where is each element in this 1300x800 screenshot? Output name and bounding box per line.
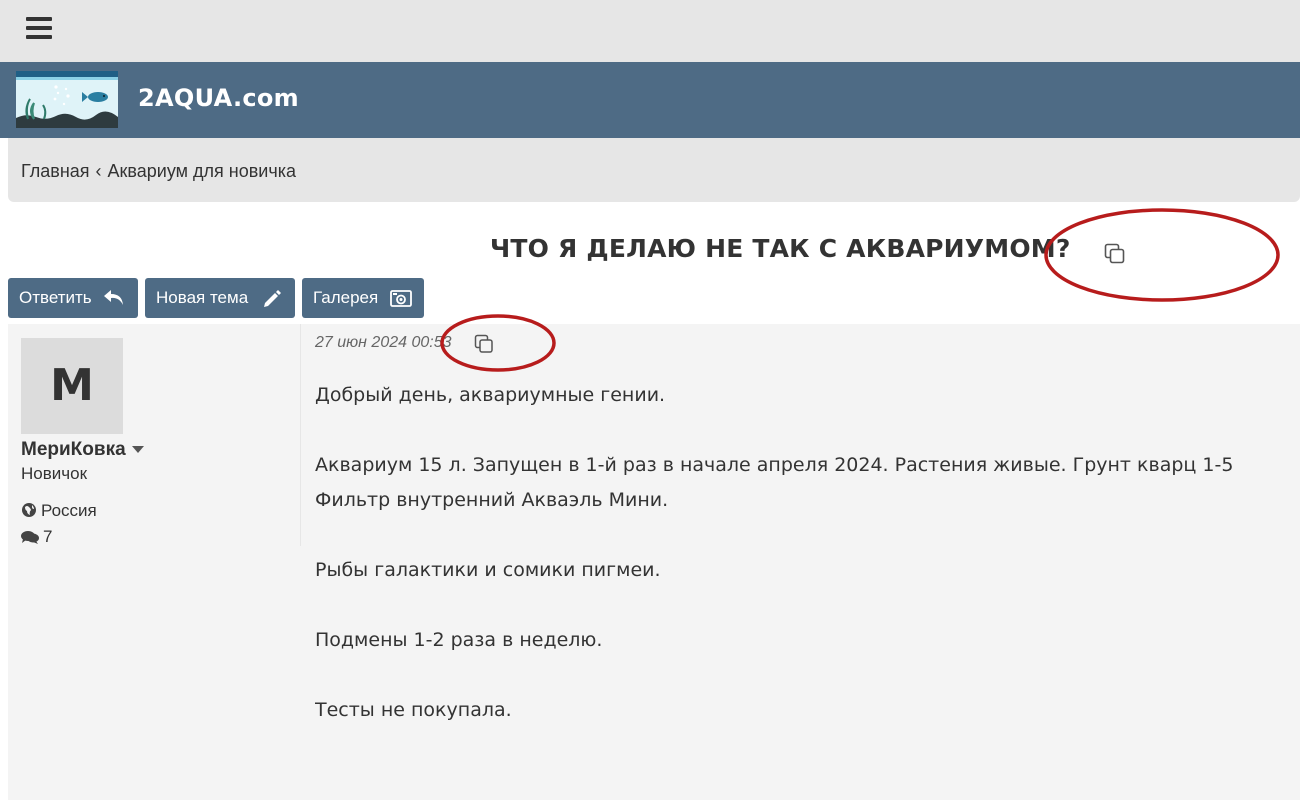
post-paragraph: Подмены 1-2 раза в неделю. — [315, 629, 603, 651]
gallery-button[interactable]: Галерея — [302, 278, 424, 318]
post-paragraph: Аквариум 15 л. Запущен в 1-й раз в начал… — [315, 448, 1300, 518]
hamburger-menu-icon[interactable] — [26, 17, 52, 39]
author-post-count: 7 — [21, 527, 52, 547]
reply-button-label: Ответить — [19, 288, 92, 307]
copy-icon[interactable] — [1104, 243, 1126, 265]
avatar[interactable]: M — [21, 338, 123, 434]
comments-icon — [21, 531, 39, 544]
new-topic-button-label: Новая тема — [156, 288, 249, 307]
new-topic-button[interactable]: Новая тема — [145, 278, 295, 318]
author-country: Россия — [21, 501, 97, 521]
post-paragraph: Рыбы галактики и сомики пигмеи. — [315, 559, 661, 581]
breadcrumb-separator: ‹ — [95, 161, 102, 181]
post-paragraph: Добрый день, аквариумные гении. — [315, 384, 666, 406]
post-line: Фильтр внутренний Акваэль Мини. — [315, 489, 669, 511]
author-country-label: Россия — [41, 501, 97, 520]
post-author-panel: M МериКовка Новичок Россия 7 — [8, 324, 301, 546]
breadcrumb-forum[interactable]: Аквариум для новичка — [108, 161, 296, 181]
top-bar — [0, 0, 1300, 62]
topic-title: ЧТО Я ДЕЛАЮ НЕ ТАК С АКВАРИУМОМ? — [490, 234, 1071, 263]
author-rank: Новичок — [21, 464, 88, 483]
caret-down-icon — [131, 446, 144, 454]
gallery-button-label: Галерея — [313, 288, 379, 307]
annotation-circle-title — [1044, 208, 1280, 302]
globe-icon — [22, 503, 36, 517]
post-date[interactable]: 27 июн 2024 00:53 — [315, 334, 452, 352]
breadcrumb: Главная ‹ Аквариум для новичка — [8, 138, 1300, 202]
pencil-icon — [264, 290, 281, 307]
author-name-menu[interactable]: МериКовка — [21, 439, 144, 461]
reply-arrow-icon — [104, 290, 123, 305]
post-body: Добрый день, аквариумные гении. Аквариум… — [315, 378, 1300, 763]
forum-post: M МериКовка Новичок Россия 7 27 июн 2024… — [8, 324, 1300, 800]
author-name: МериКовка — [21, 439, 126, 460]
author-post-count-value: 7 — [43, 527, 53, 546]
copy-icon[interactable] — [474, 334, 494, 354]
reply-button[interactable]: Ответить — [8, 278, 138, 318]
post-line: Аквариум 15 л. Запущен в 1-й раз в начал… — [315, 454, 1234, 476]
post-paragraph: Тесты не покупала. — [315, 699, 512, 721]
site-logo[interactable] — [16, 71, 118, 128]
breadcrumb-home[interactable]: Главная — [21, 161, 90, 181]
site-name[interactable]: 2AQUA.com — [138, 84, 299, 112]
camera-icon — [390, 290, 412, 307]
